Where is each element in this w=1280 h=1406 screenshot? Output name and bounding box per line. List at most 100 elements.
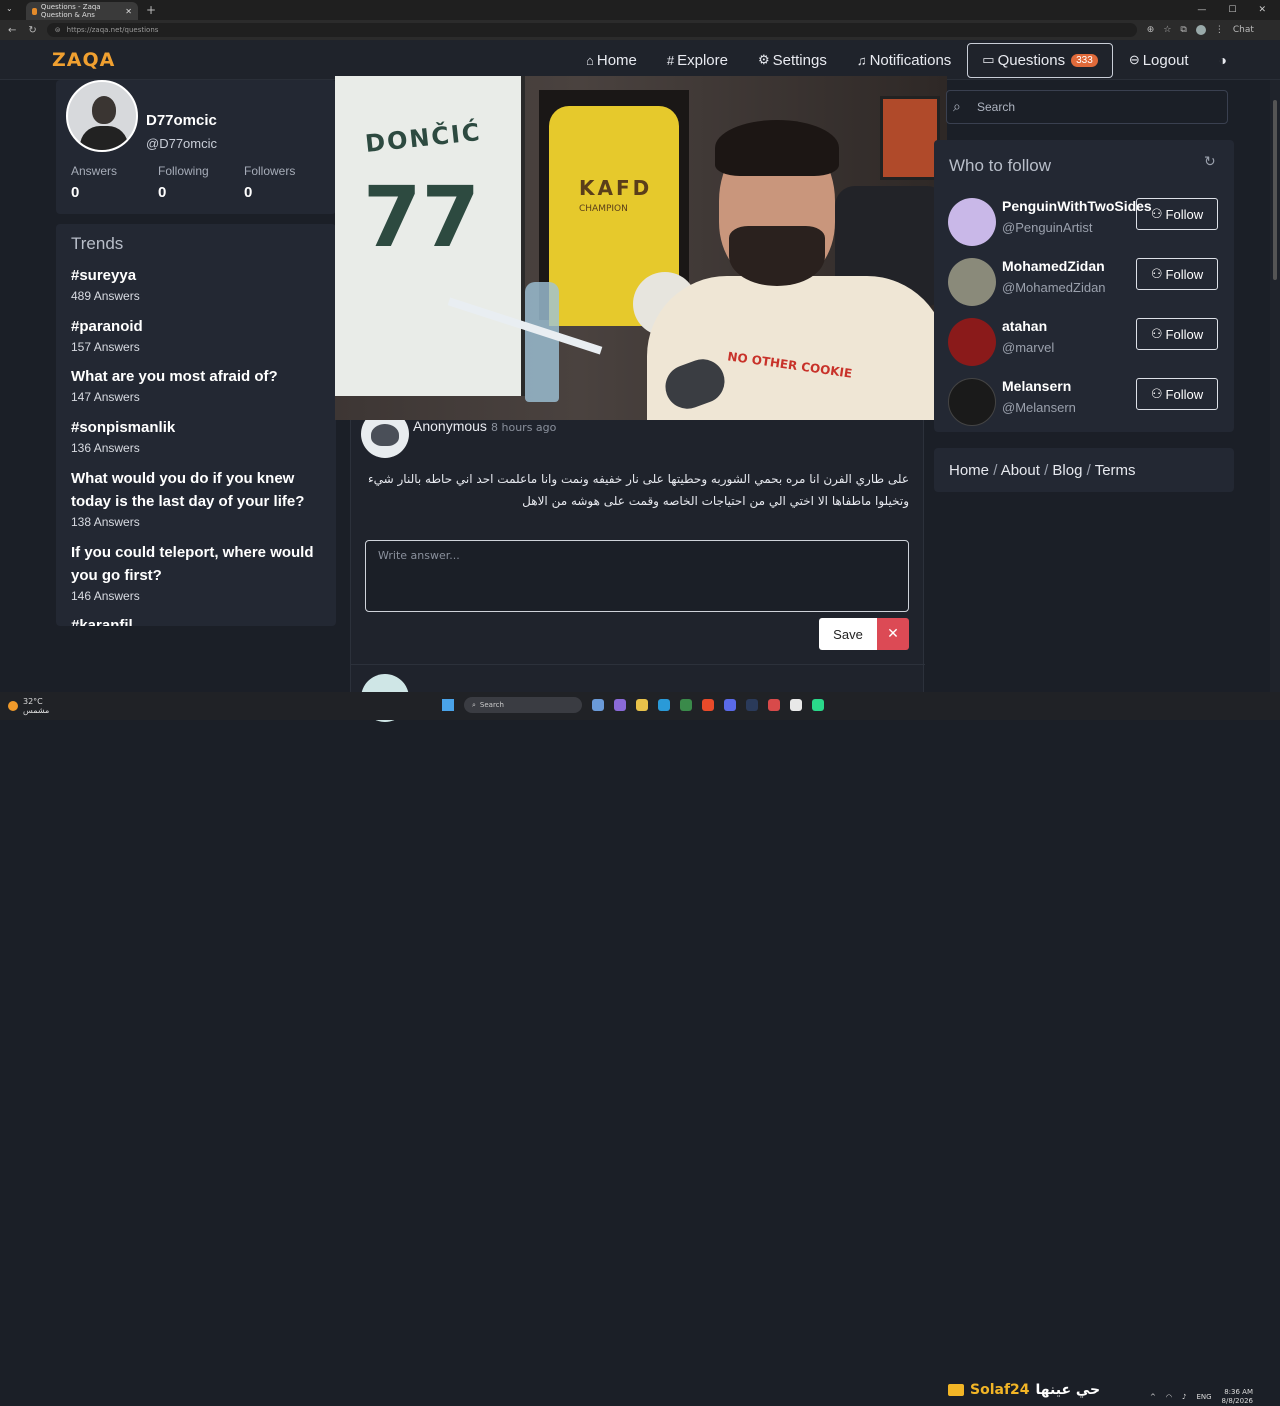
trend-item[interactable]: What are you most afraid of? 147 Answers bbox=[71, 365, 333, 404]
chrome-icon[interactable] bbox=[790, 699, 802, 711]
nav-home[interactable]: ⌂ Home bbox=[586, 52, 637, 69]
user-avatar[interactable] bbox=[948, 198, 996, 246]
stat-label: Answers bbox=[71, 164, 118, 178]
file-explorer-icon[interactable] bbox=[636, 699, 648, 711]
extensions-icon[interactable]: ⧉ bbox=[1180, 25, 1186, 35]
nav-settings[interactable]: ⚙ Settings bbox=[758, 52, 827, 69]
refresh-icon[interactable]: ↻ bbox=[1204, 154, 1216, 170]
minimize-icon[interactable]: — bbox=[1197, 5, 1206, 15]
stat-following[interactable]: Following 0 bbox=[158, 164, 209, 201]
stat-answers[interactable]: Answers 0 bbox=[71, 164, 117, 201]
scrollbar-thumb[interactable] bbox=[1273, 100, 1277, 280]
nav-notifications-label: Notifications bbox=[869, 51, 952, 69]
theme-toggle-icon[interactable]: ◑ bbox=[1219, 52, 1227, 68]
browser-tab[interactable]: Questions - Zaqa Question & Ans ✕ bbox=[26, 2, 138, 20]
favicon-icon bbox=[32, 7, 37, 15]
clock-time: 8:36 AM bbox=[1224, 1388, 1253, 1396]
tray-chevron-icon[interactable]: ^ bbox=[1150, 1393, 1156, 1401]
trends-panel: Trends #sureyya 489 Answers #paranoid 157 … bbox=[56, 224, 336, 626]
language-indicator[interactable]: ENG bbox=[1196, 1393, 1211, 1401]
weather-widget[interactable]: 32°C مشمس bbox=[0, 697, 49, 715]
menu-dots-icon[interactable]: ⋮ bbox=[1215, 25, 1224, 35]
brave-icon[interactable] bbox=[702, 699, 714, 711]
trend-item[interactable]: What would you do if you knew today is t… bbox=[71, 467, 333, 529]
new-tab-icon[interactable]: + bbox=[146, 3, 156, 17]
user-avatar[interactable] bbox=[948, 378, 996, 426]
user-handle: @MohamedZidan bbox=[1002, 280, 1106, 295]
search-placeholder: Search bbox=[977, 100, 1016, 114]
close-window-icon[interactable]: ✕ bbox=[1258, 5, 1266, 15]
discord-icon[interactable] bbox=[724, 699, 736, 711]
user-name[interactable]: Melansern bbox=[1002, 378, 1071, 394]
reload-icon[interactable]: ↻ bbox=[28, 25, 36, 36]
profile-handle: @D77omcic bbox=[146, 136, 217, 151]
store-icon[interactable] bbox=[680, 699, 692, 711]
tab-menu-icon[interactable]: ⌄ bbox=[6, 4, 18, 16]
user-avatar[interactable] bbox=[948, 258, 996, 306]
trend-item[interactable]: #sonpismanlik 136 Answers bbox=[71, 416, 333, 455]
user-handle: @PenguinArtist bbox=[1002, 220, 1093, 235]
back-icon[interactable]: ← bbox=[8, 25, 16, 36]
url-field[interactable]: ⊜ https://zaqa.net/questions bbox=[46, 23, 1137, 37]
search-input[interactable]: ⌕ Search bbox=[946, 90, 1228, 124]
user-name[interactable]: atahan bbox=[1002, 318, 1047, 334]
trend-item[interactable]: #paranoid 157 Answers bbox=[71, 315, 333, 354]
follow-button[interactable]: ⚇ Follow bbox=[1136, 378, 1218, 410]
url-text: https://zaqa.net/questions bbox=[66, 26, 159, 34]
footer-terms-link[interactable]: Terms bbox=[1095, 462, 1136, 479]
footer-about-link[interactable]: About bbox=[1001, 462, 1040, 479]
page-scrollbar[interactable] bbox=[1270, 80, 1280, 692]
water-bottle bbox=[525, 282, 559, 402]
footer-blog-link[interactable]: Blog bbox=[1052, 462, 1082, 479]
app-icon[interactable] bbox=[768, 699, 780, 711]
profile-avatar-icon[interactable] bbox=[1195, 25, 1206, 35]
user-handle: @marvel bbox=[1002, 340, 1055, 355]
footer-home-link[interactable]: Home bbox=[949, 462, 989, 479]
site-info-icon[interactable]: ⊜ bbox=[55, 26, 61, 34]
nav-explore-label: Explore bbox=[677, 51, 728, 69]
trend-tag: #karanfil bbox=[71, 617, 133, 626]
site-logo[interactable]: ZAQA bbox=[52, 49, 115, 71]
follow-button[interactable]: ⚇ Follow bbox=[1136, 318, 1218, 350]
trend-item[interactable]: #sureyya 489 Answers bbox=[71, 264, 333, 303]
answer-textarea[interactable]: Write answer... bbox=[365, 540, 909, 612]
footer-links: Home / About / Blog / Terms bbox=[934, 448, 1234, 492]
taskbar-search[interactable]: ⌕ Search bbox=[464, 697, 582, 713]
save-button[interactable]: Save bbox=[819, 618, 877, 650]
nav-questions[interactable]: ▭ Questions 333 bbox=[967, 42, 1113, 78]
user-name[interactable]: PenguinWithTwoSides bbox=[1002, 198, 1152, 214]
profile-name[interactable]: D77omcic bbox=[146, 112, 217, 129]
jersey2-text: KAFD bbox=[579, 176, 653, 200]
follow-label: Follow bbox=[1165, 266, 1204, 282]
profile-avatar[interactable] bbox=[66, 80, 138, 152]
chat-button[interactable]: Chat bbox=[1233, 25, 1254, 35]
nav-logout[interactable]: ⊖ Logout bbox=[1129, 52, 1189, 69]
obs-icon[interactable] bbox=[812, 699, 824, 711]
task-view-icon[interactable] bbox=[592, 699, 604, 711]
zoom-icon[interactable]: ⊕ bbox=[1147, 25, 1155, 35]
trend-count: 157 Answers bbox=[71, 340, 140, 354]
question-time: 8 hours ago bbox=[491, 421, 557, 434]
nav-notifications[interactable]: ♫ Notifications bbox=[857, 52, 951, 69]
trend-item[interactable]: #karanfil bbox=[71, 614, 333, 626]
volume-icon[interactable]: ♪ bbox=[1182, 1393, 1186, 1401]
clock[interactable]: 8:36 AM 8/8/2026 bbox=[1222, 1388, 1253, 1406]
steam-icon[interactable] bbox=[746, 699, 758, 711]
edge-icon[interactable] bbox=[658, 699, 670, 711]
follow-button[interactable]: ⚇ Follow bbox=[1136, 258, 1218, 290]
windows-start-icon[interactable] bbox=[442, 699, 454, 711]
close-tab-icon[interactable]: ✕ bbox=[125, 7, 132, 16]
search-icon: ⌕ bbox=[953, 98, 961, 114]
stat-followers[interactable]: Followers 0 bbox=[244, 164, 295, 201]
network-icon[interactable]: ◠ bbox=[1166, 1393, 1172, 1401]
maximize-icon[interactable]: ☐ bbox=[1228, 5, 1236, 15]
nav-explore[interactable]: # Explore bbox=[667, 52, 728, 69]
bookmark-star-icon[interactable]: ☆ bbox=[1163, 25, 1171, 35]
cancel-button[interactable]: ✕ bbox=[877, 618, 909, 650]
user-name[interactable]: MohamedZidan bbox=[1002, 258, 1105, 274]
trend-item[interactable]: If you could teleport, where would you g… bbox=[71, 541, 333, 603]
user-avatar[interactable] bbox=[948, 318, 996, 366]
teams-icon[interactable] bbox=[614, 699, 626, 711]
follow-button[interactable]: ⚇ Follow bbox=[1136, 198, 1218, 230]
logout-icon: ⊖ bbox=[1128, 52, 1140, 67]
